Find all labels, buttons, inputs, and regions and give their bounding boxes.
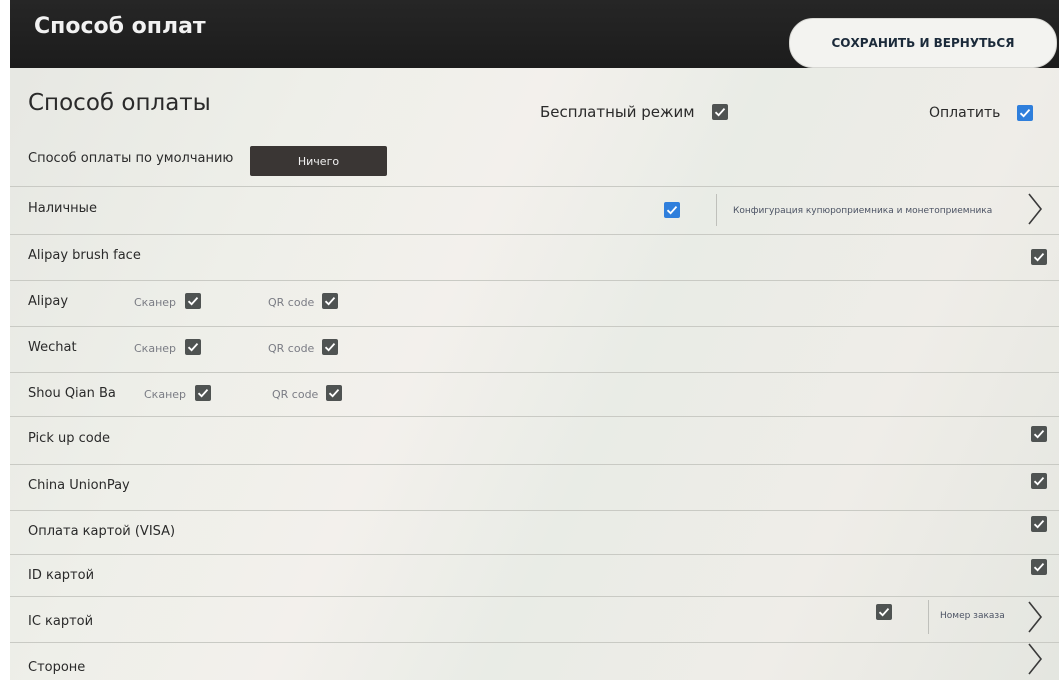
scanner-label: Сканер <box>134 342 177 355</box>
method-row-wechat: Wechat Сканер QR code <box>10 326 1059 373</box>
check-icon <box>1033 430 1045 439</box>
wechat-qr-checkbox[interactable] <box>322 339 338 355</box>
method-row-pickup: Pick up code <box>10 416 1059 465</box>
qr-code-label: QR code <box>268 342 315 355</box>
check-icon <box>1033 253 1045 262</box>
wechat-scanner-checkbox[interactable] <box>185 339 201 355</box>
ic-card-checkbox[interactable] <box>876 604 892 620</box>
shouqianba-scanner-checkbox[interactable] <box>195 385 211 401</box>
divider <box>716 194 717 226</box>
method-label: Оплата картой (VISA) <box>28 524 176 539</box>
top-bar: Способ оплат СОХРАНИТЬ И ВЕРНУТЬСЯ <box>10 0 1059 68</box>
section-header: Способ оплаты Бесплатный режим Оплатить <box>10 68 1059 140</box>
method-row-ic-card: IC картой Номер заказа <box>10 596 1059 643</box>
method-row-cash: Наличные Конфигурация купюроприемника и … <box>10 186 1059 235</box>
check-icon <box>666 206 678 215</box>
method-row-id-card: ID картой <box>10 554 1059 597</box>
check-icon <box>324 343 336 352</box>
check-icon <box>324 297 336 306</box>
method-label: ID картой <box>28 568 95 583</box>
method-label: Alipay <box>28 294 69 309</box>
method-label: Стороне <box>28 660 86 675</box>
default-method-row: Способ оплаты по умолчанию Ничего <box>10 140 1059 187</box>
pickup-checkbox[interactable] <box>1031 426 1047 442</box>
method-label: Alipay brush face <box>28 248 141 263</box>
order-number-link[interactable]: Номер заказа <box>940 611 1005 621</box>
check-icon <box>197 389 209 398</box>
check-icon <box>714 108 726 117</box>
method-row-visa: Оплата картой (VISA) <box>10 510 1059 555</box>
check-icon <box>1033 477 1045 486</box>
save-and-return-button[interactable]: СОХРАНИТЬ И ВЕРНУТЬСЯ <box>789 18 1057 68</box>
qr-code-label: QR code <box>272 388 319 401</box>
payment-settings-screen: Способ оплат СОХРАНИТЬ И ВЕРНУТЬСЯ Спосо… <box>10 0 1059 680</box>
unionpay-checkbox[interactable] <box>1031 473 1047 489</box>
cash-config-link[interactable]: Конфигурация купюроприемника и монетопри… <box>733 206 992 216</box>
chevron-right-icon[interactable] <box>1026 642 1044 676</box>
chevron-right-icon[interactable] <box>1026 600 1044 634</box>
default-method-label: Способ оплаты по умолчанию <box>28 151 234 166</box>
free-mode-checkbox[interactable] <box>712 104 728 120</box>
alipay-qr-checkbox[interactable] <box>322 293 338 309</box>
method-label: Wechat <box>28 340 77 355</box>
method-row-shouqianba: Shou Qian Ba Сканер QR code <box>10 372 1059 417</box>
method-label: IC картой <box>28 614 94 629</box>
method-row-alipay-face: Alipay brush face <box>10 234 1059 281</box>
check-icon <box>328 389 340 398</box>
check-icon <box>878 608 890 617</box>
method-row-alipay: Alipay Сканер QR code <box>10 280 1059 327</box>
method-label: Pick up code <box>28 431 110 446</box>
divider <box>928 600 929 634</box>
page-title: Способ оплат <box>34 14 206 39</box>
check-icon <box>187 343 199 352</box>
check-icon <box>1033 563 1045 572</box>
method-label: Наличные <box>28 201 97 216</box>
chevron-right-icon[interactable] <box>1026 192 1044 226</box>
visa-checkbox[interactable] <box>1031 516 1047 532</box>
default-method-select[interactable]: Ничего <box>250 146 387 176</box>
method-label: Shou Qian Ba <box>28 386 116 401</box>
pay-checkbox[interactable] <box>1017 105 1033 121</box>
cash-checkbox[interactable] <box>664 202 680 218</box>
id-card-checkbox[interactable] <box>1031 559 1047 575</box>
check-icon <box>187 297 199 306</box>
check-icon <box>1019 109 1031 118</box>
alipay-scanner-checkbox[interactable] <box>185 293 201 309</box>
method-row-unionpay: China UnionPay <box>10 464 1059 511</box>
pay-label: Оплатить <box>929 105 1001 121</box>
method-row-third-party: Стороне <box>10 642 1059 680</box>
free-mode-label: Бесплатный режим <box>540 103 695 121</box>
check-icon <box>1033 520 1045 529</box>
qr-code-label: QR code <box>268 296 315 309</box>
scanner-label: Сканер <box>144 388 187 401</box>
alipay-face-checkbox[interactable] <box>1031 249 1047 265</box>
shouqianba-qr-checkbox[interactable] <box>326 385 342 401</box>
section-title: Способ оплаты <box>28 90 211 116</box>
scanner-label: Сканер <box>134 296 177 309</box>
method-label: China UnionPay <box>28 478 130 493</box>
